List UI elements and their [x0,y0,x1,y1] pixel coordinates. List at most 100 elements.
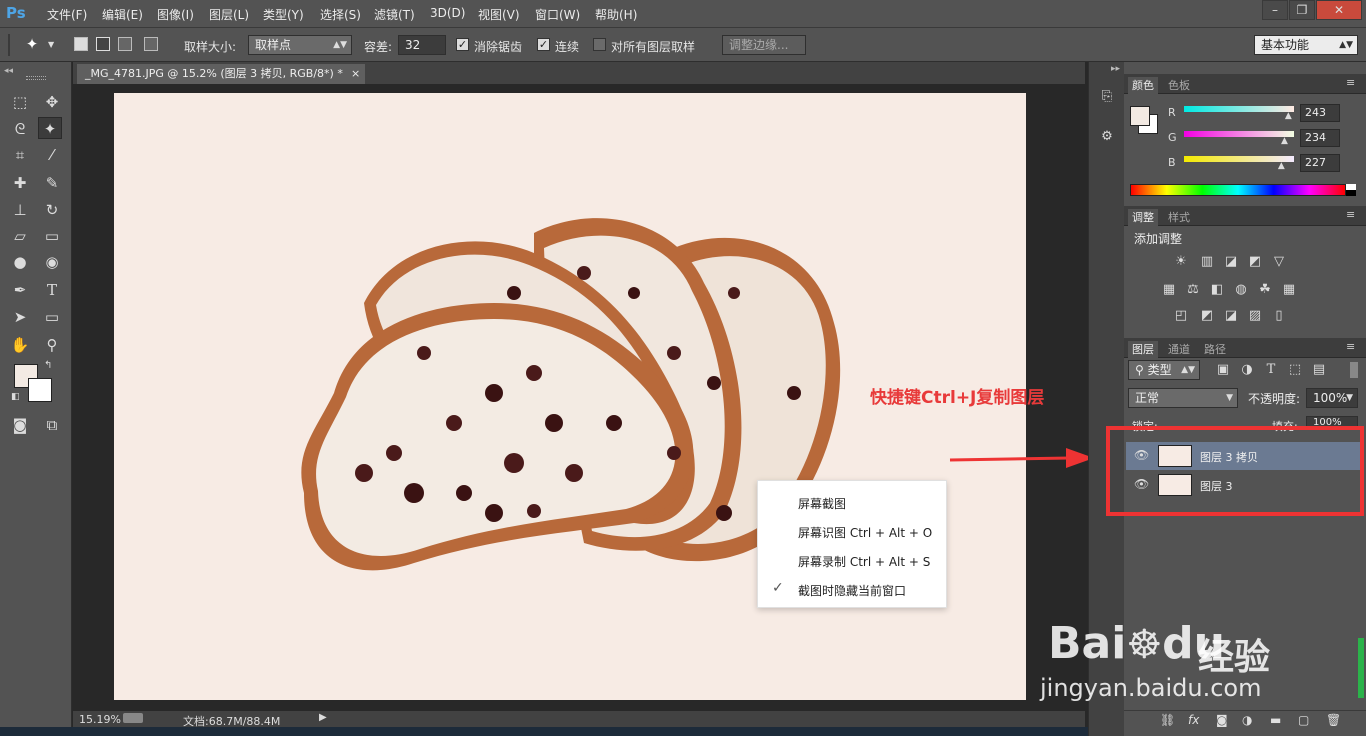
tab-color[interactable]: 颜色 [1128,77,1158,94]
antialias-checkbox[interactable]: ✓ [456,38,469,51]
curves-icon[interactable]: ◪ [1222,254,1240,270]
black-white-swatch[interactable] [1346,184,1356,196]
lasso-tool-icon[interactable]: ᘓ [8,118,32,140]
menu-3d[interactable]: 3D(D) [430,6,465,20]
add-selection-icon[interactable] [96,37,110,51]
eraser-tool-icon[interactable]: ▱ [8,225,32,247]
intersect-selection-icon[interactable] [144,37,158,51]
link-icon[interactable]: ⛓ [1160,713,1175,727]
menu-filter[interactable]: 滤镜(T) [374,6,415,23]
collapse-icon[interactable]: ◂◂ [4,66,13,76]
channel-r-slider[interactable] [1184,106,1294,112]
document-tab[interactable]: _MG_4781.JPG @ 15.2% (图层 3 拷贝, RGB/8*) *… [77,64,365,84]
filter-type-icon[interactable]: T [1262,362,1280,378]
minimize-button[interactable]: – [1262,0,1288,20]
tab-layers[interactable]: 图层 [1128,341,1158,358]
move-tool-icon[interactable]: ✥ [40,91,64,113]
tab-swatches[interactable]: 色板 [1164,77,1194,93]
clone-stamp-icon[interactable]: ⊥ [8,199,32,221]
workspace-select[interactable]: 基本功能 ▲▼ [1254,35,1358,55]
color-fg-swatch[interactable] [1130,106,1150,126]
magic-wand-preset-icon[interactable]: ✦ [20,33,44,55]
color-lookup-icon[interactable]: ▦ [1280,282,1298,298]
menu-help[interactable]: 帮助(H) [595,6,637,23]
filter-shape-icon[interactable]: ⬚ [1286,362,1304,378]
menu-layer[interactable]: 图层(L) [209,6,249,23]
eyedropper-tool-icon[interactable]: ⁄ [40,144,64,166]
swap-colors-icon[interactable]: ↰ [44,360,52,371]
status-menu-arrow-icon[interactable]: ▶ [319,712,327,723]
color-spectrum-bar[interactable] [1130,184,1346,196]
blur-tool-icon[interactable]: ● [8,251,32,273]
dodge-tool-icon[interactable]: ◉ [40,251,64,273]
selective-color-icon[interactable]: ▯ [1270,308,1288,324]
folder-icon[interactable]: ▬ [1270,713,1281,727]
new-layer-icon[interactable]: ▢ [1298,713,1309,727]
marquee-tool-icon[interactable]: ⬚ [8,91,32,113]
channel-g-slider[interactable] [1184,131,1294,137]
zoom-tool-icon[interactable]: ⚲ [40,334,64,356]
properties-panel-icon[interactable]: ⚙ [1096,126,1118,148]
healing-brush-icon[interactable]: ✚ [8,172,32,194]
menu-view[interactable]: 视图(V) [478,6,520,23]
menu-select[interactable]: 选择(S) [320,6,361,23]
sample-size-select[interactable]: 取样点 ▲▼ [248,35,352,55]
fx-icon[interactable]: fx [1188,713,1199,727]
menu-window[interactable]: 窗口(W) [535,6,580,23]
chevron-down-icon[interactable]: ▼ [48,40,54,49]
channel-r-value[interactable]: 243 [1300,104,1340,122]
ctx-screenshot[interactable]: 屏幕截图 [798,495,846,512]
panel-menu-icon[interactable]: ≡ [1346,76,1355,89]
blend-mode-select[interactable]: 正常 ▼ [1128,388,1238,408]
filter-toggle[interactable] [1350,362,1358,378]
magic-wand-tool-icon[interactable]: ✦ [38,117,62,139]
channel-b-value[interactable]: 227 [1300,154,1340,172]
posterize-icon[interactable]: ◩ [1198,308,1216,324]
crop-tool-icon[interactable]: ⌗ [8,144,32,166]
history-panel-icon[interactable]: ⎘ [1096,86,1118,108]
new-selection-icon[interactable] [74,37,88,51]
color-balance-icon[interactable]: ⚖ [1184,282,1202,298]
ctx-screen-record[interactable]: 屏幕录制 Ctrl + Alt + S [798,553,930,570]
photo-filter-icon[interactable]: ◍ [1232,282,1250,298]
default-colors-icon[interactable]: ◧ [11,392,20,402]
gradient-tool-icon[interactable]: ▭ [40,225,64,247]
sample-all-checkbox[interactable] [593,38,606,51]
channel-g-handle-icon[interactable]: ▲ [1281,136,1288,146]
tab-close-icon[interactable]: × [351,64,360,84]
adjustment-icon[interactable]: ◑ [1242,713,1252,727]
hue-saturation-icon[interactable]: ▦ [1160,282,1178,298]
layer-filter-select[interactable]: ⚲ 类型 ▲▼ [1128,360,1200,380]
subtract-selection-icon[interactable] [118,37,132,51]
tab-paths[interactable]: 路径 [1200,341,1230,357]
channel-g-value[interactable]: 234 [1300,129,1340,147]
menu-image[interactable]: 图像(I) [157,6,194,23]
background-color-swatch[interactable] [28,378,52,402]
history-brush-icon[interactable]: ↻ [40,199,64,221]
brightness-icon[interactable]: ☀ [1172,254,1190,270]
panel-menu-icon[interactable]: ≡ [1346,208,1355,221]
restore-button[interactable]: ❐ [1289,0,1315,20]
tab-channels[interactable]: 通道 [1164,341,1194,357]
ctx-hide-window[interactable]: 截图时隐藏当前窗口 [798,582,906,599]
screen-mode-icon[interactable]: ⧉ [40,414,64,436]
contiguous-checkbox[interactable]: ✓ [537,38,550,51]
expand-icon[interactable]: ▸▸ [1111,64,1120,74]
close-button[interactable]: ✕ [1316,0,1362,20]
zoom-level[interactable]: 15.19% [79,713,121,726]
quick-mask-icon[interactable]: ◙ [8,414,32,436]
tolerance-input[interactable]: 32 [398,35,446,55]
path-selection-icon[interactable]: ➤ [8,306,32,328]
opacity-input[interactable]: 100% ▼ [1306,388,1358,408]
black-white-icon[interactable]: ◧ [1208,282,1226,298]
panel-menu-icon[interactable]: ≡ [1346,340,1355,353]
brush-tool-icon[interactable]: ✎ [40,172,64,194]
menu-file[interactable]: 文件(F) [47,6,87,23]
tab-adjustments[interactable]: 调整 [1128,209,1158,226]
levels-icon[interactable]: ▥ [1198,254,1216,270]
menu-type[interactable]: 类型(Y) [263,6,304,23]
type-tool-icon[interactable]: T [40,279,64,301]
scroll-indicator[interactable] [1358,638,1364,698]
filter-adjust-icon[interactable]: ◑ [1238,362,1256,378]
channel-mixer-icon[interactable]: ☘ [1256,282,1274,298]
